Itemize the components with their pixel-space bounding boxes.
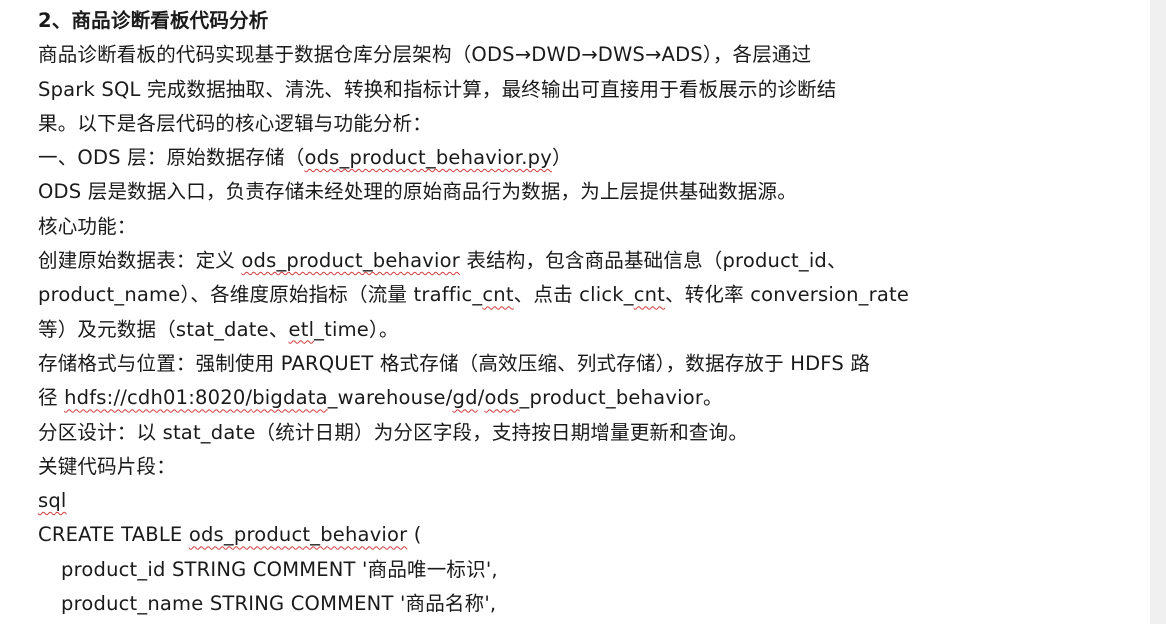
text-run: 等）及元数据（stat_date、	[38, 317, 289, 341]
text-run: ods	[484, 386, 520, 410]
text-run: etl	[288, 317, 315, 341]
text-run: product_name）、各维度原始指标（流量 traffic_	[38, 283, 483, 307]
text-run: _warehouse/	[327, 386, 453, 410]
text-run: 一、ODS 层：原始数据存储（	[38, 146, 305, 170]
text-run: bigdata	[252, 386, 328, 410]
section-heading: 2、商品诊断看板代码分析	[38, 9, 269, 32]
text-run: ）	[551, 146, 572, 170]
text-run: 。	[703, 386, 723, 410]
text-run: _time）。	[314, 317, 399, 341]
hdfs-path-line: 径 hdfs://cdh01:8020/bigdata_warehouse/gd…	[38, 381, 958, 415]
text-run: cnt	[633, 283, 666, 307]
paragraph-line: ODS 层是数据入口，负责存储未经处理的原始商品行为数据，为上层提供基础数据源。	[38, 180, 797, 204]
filename-text: ods_product_behavior.py	[304, 146, 552, 170]
text-run: ods_product_behavior	[188, 523, 408, 547]
text-run: gd	[452, 386, 478, 410]
text-run: 径	[38, 386, 65, 410]
paragraph-line: 果。以下是各层代码的核心逻辑与功能分析：	[38, 111, 433, 135]
text-run: cnt	[482, 283, 514, 307]
metadata-line: 等）及元数据（stat_date、etl_time）。	[38, 313, 958, 347]
document-page: 2、商品诊断看板代码分析 商品诊断看板的代码实现基于数据仓库分层架构（ODS→D…	[0, 0, 1150, 624]
dimensions-line: product_name）、各维度原始指标（流量 traffic_cnt、点击 …	[38, 278, 958, 312]
text-run: _product_behavior	[519, 386, 704, 410]
text-run: CREATE TABLE	[38, 523, 189, 547]
ods-layer-title: 一、ODS 层：原始数据存储（ods_product_behavior.py）	[38, 141, 958, 175]
paragraph-line: 商品诊断看板的代码实现基于数据仓库分层架构（ODS→DWD→DWS→ADS），各…	[38, 43, 812, 67]
create-table-line: 创建原始数据表：定义 ods_product_behavior 表结构，包含商品…	[38, 244, 958, 278]
paragraph-line: 存储格式与位置：强制使用 PARQUET 格式存储（高效压缩、列式存储），数据存…	[38, 351, 871, 375]
text-run: 创建原始数据表：定义	[38, 249, 242, 273]
code-lang-label: sql	[38, 484, 958, 518]
text-run: (	[407, 523, 422, 547]
paragraph-line: Spark SQL 完成数据抽取、清洗、转换和指标计算，最终输出可直接用于看板展…	[38, 77, 837, 101]
code-line: CREATE TABLE ods_product_behavior (	[38, 518, 958, 552]
document-body: 2、商品诊断看板代码分析 商品诊断看板的代码实现基于数据仓库分层架构（ODS→D…	[38, 4, 958, 621]
text-run: 、转化率 conversion_rate	[665, 283, 910, 307]
text-run: 、点击 click_	[513, 283, 634, 307]
paragraph-line: 核心功能：	[38, 214, 137, 238]
text-run: sql	[38, 489, 67, 513]
text-run: hdfs://cdh01:8020/	[64, 386, 253, 410]
code-line: product_id STRING COMMENT '商品唯一标识',	[61, 557, 498, 581]
table-name-text: ods_product_behavior	[241, 249, 460, 273]
paragraph-line: 分区设计：以 stat_date（统计日期）为分区字段，支持按日期增量更新和查询…	[38, 420, 749, 444]
window-edge	[1150, 0, 1166, 624]
text-run: 表结构，包含商品基础信息（product_id、	[459, 249, 847, 273]
code-line: product_name STRING COMMENT '商品名称',	[61, 592, 497, 616]
paragraph-line: 关键代码片段：	[38, 454, 176, 478]
